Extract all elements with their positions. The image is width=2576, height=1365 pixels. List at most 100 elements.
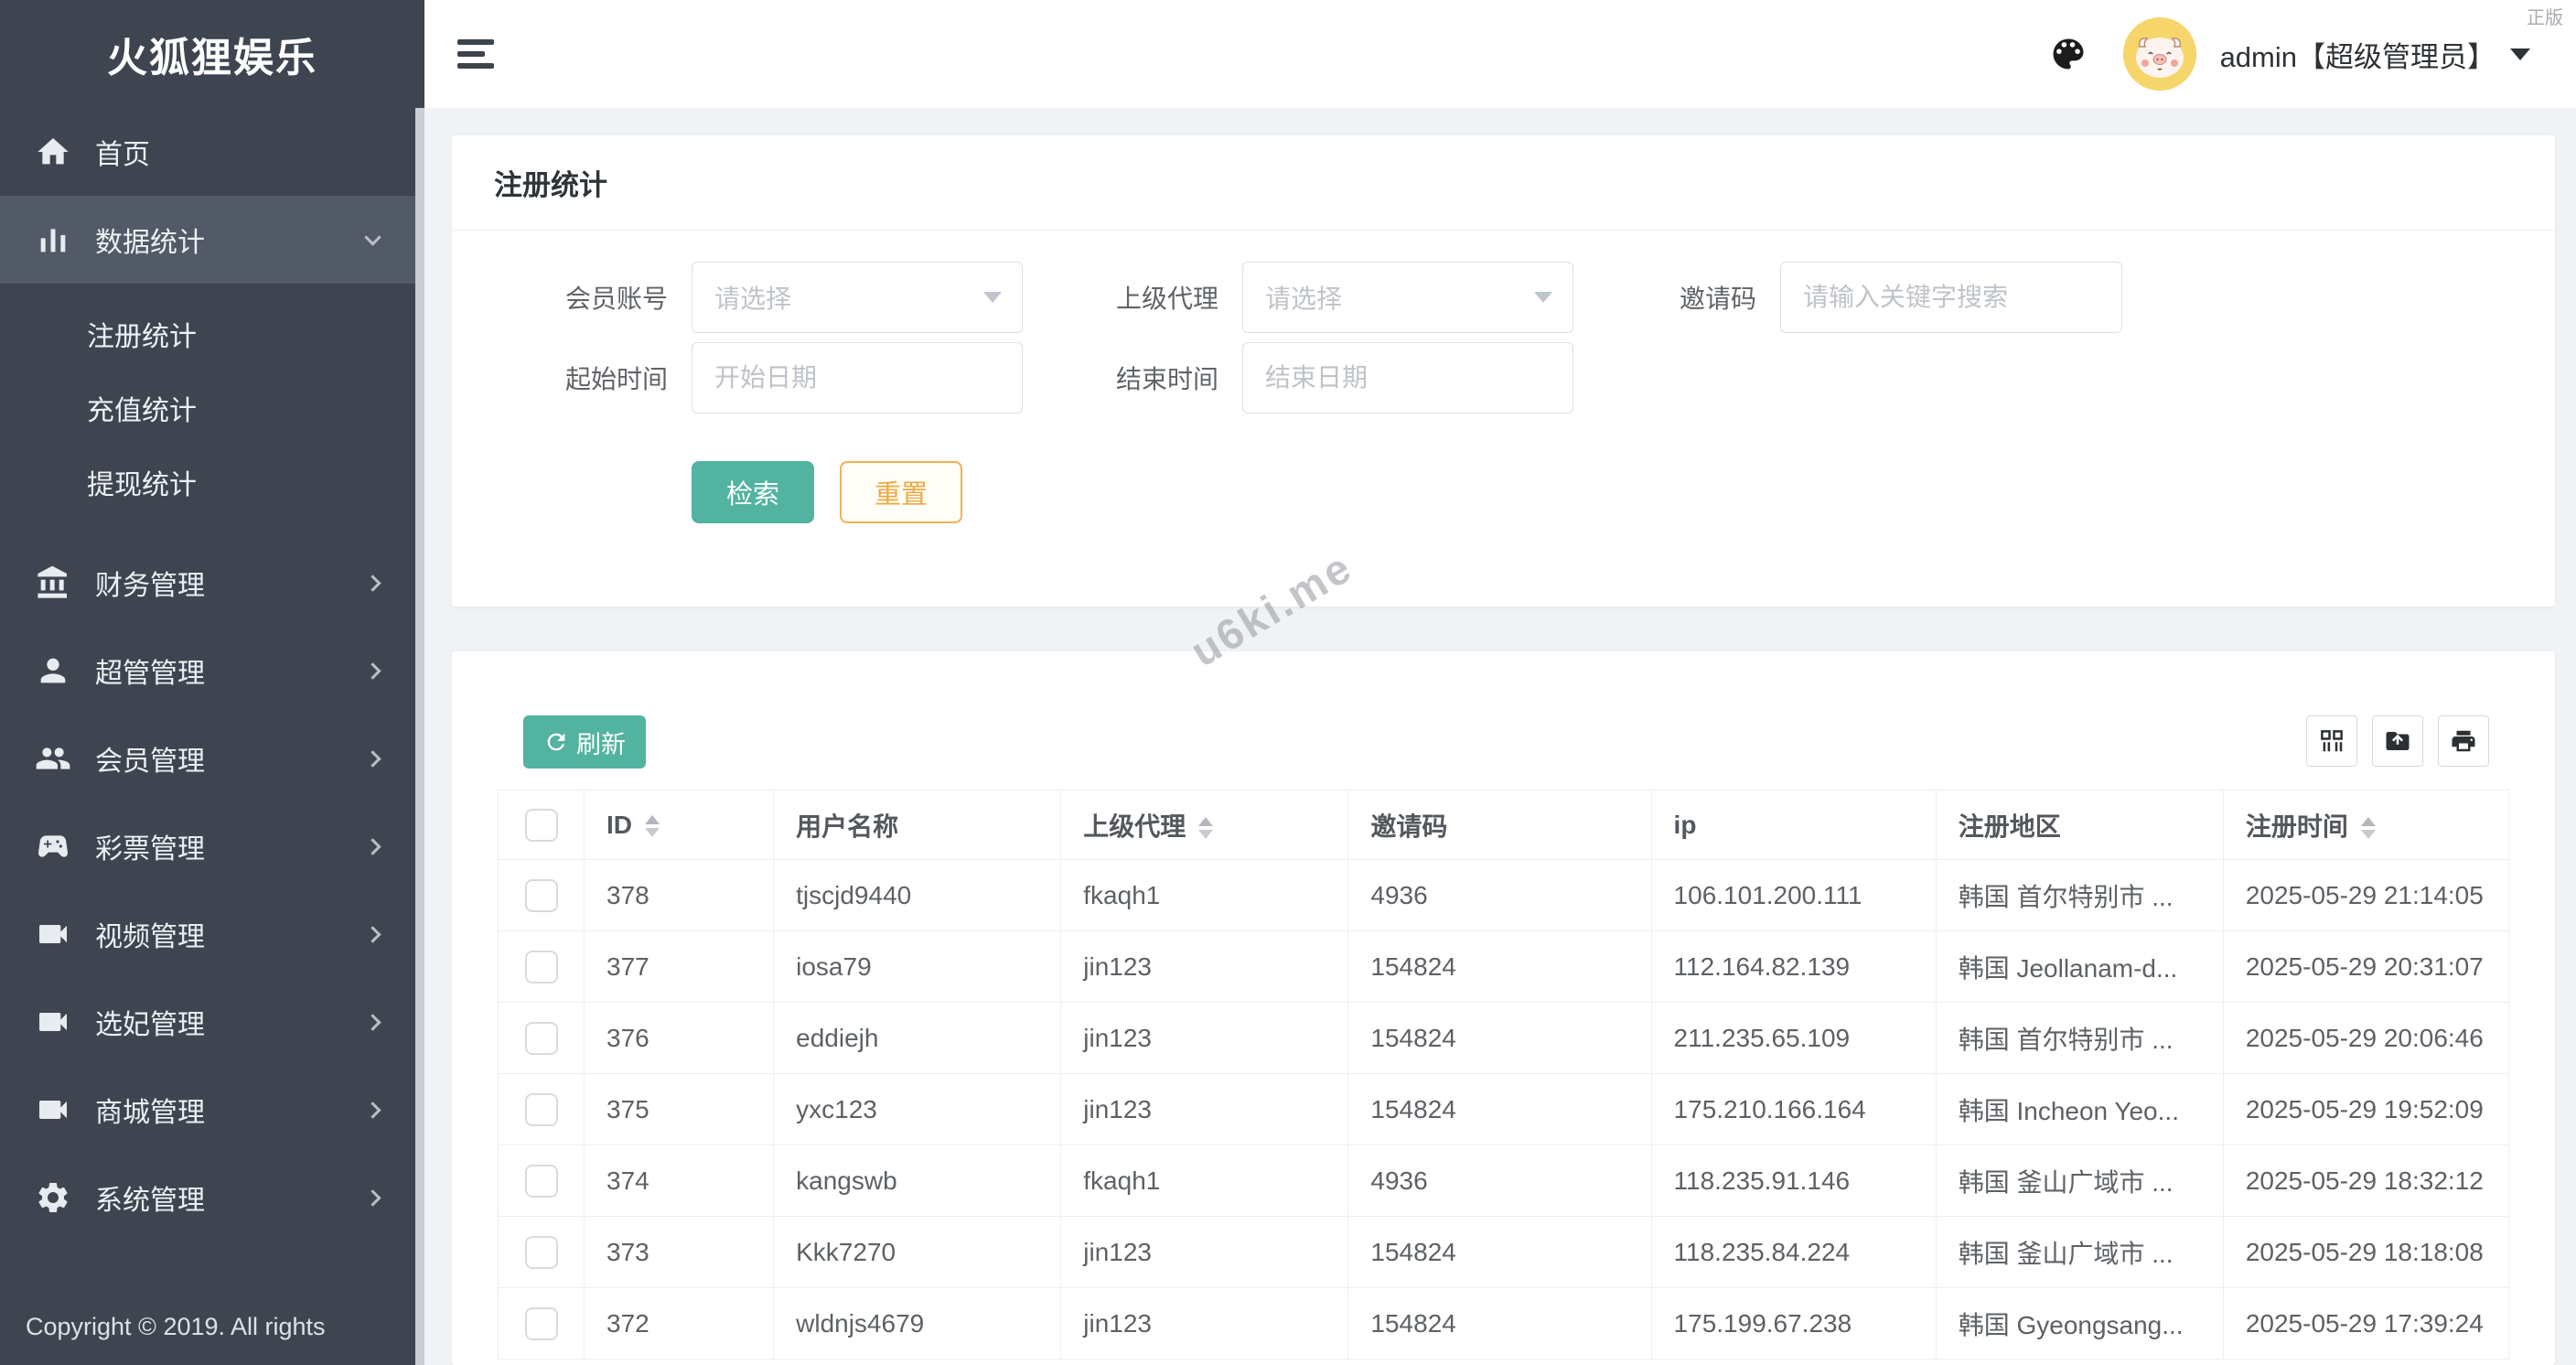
sidebar-item-mall[interactable]: 商城管理 (0, 1066, 415, 1154)
video-camera-icon (35, 1004, 71, 1040)
start-date-input[interactable] (714, 363, 1000, 392)
sidebar-item-xuanfei[interactable]: 选妃管理 (0, 978, 415, 1066)
end-date-field (1242, 342, 1573, 414)
reset-button[interactable]: 重置 (840, 461, 962, 523)
column-header-id[interactable]: ID (585, 790, 774, 860)
sidebar-item-lottery[interactable]: 彩票管理 (0, 802, 415, 890)
row-checkbox[interactable] (525, 1165, 558, 1198)
columns-icon (2318, 727, 2345, 755)
sidebar-item-label: 数据统计 (95, 220, 367, 260)
column-header-user: 用户名称 (774, 790, 1061, 860)
invite-code-field (1780, 262, 2122, 333)
filter-form: 会员账号 请选择 上级代理 请选择 邀请码 (452, 231, 2555, 523)
chevron-right-icon (364, 1102, 381, 1118)
sidebar-item-withdraw-stats[interactable]: 提现统计 (0, 445, 415, 519)
row-checkbox[interactable] (525, 879, 558, 912)
start-date-field (692, 342, 1023, 414)
users-icon (35, 740, 71, 777)
chevron-right-icon (364, 1014, 381, 1030)
sidebar-item-home[interactable]: 首页 (0, 108, 415, 196)
end-time-label: 结束时间 (1023, 360, 1242, 396)
filter-card-header: 注册统计 (452, 135, 2555, 231)
sort-icon[interactable] (645, 815, 660, 837)
row-checkbox[interactable] (525, 1307, 558, 1340)
table-row: 377 iosa79 jin123 154824 112.164.82.139 … (499, 931, 2509, 1003)
gear-icon (35, 1179, 71, 1216)
topbar-right: admin【超级管理员】 (2048, 17, 2530, 91)
main-content: 注册统计 会员账号 请选择 上级代理 请选择 (424, 108, 2576, 1365)
sidebar-item-label: 注册统计 (87, 314, 197, 354)
row-checkbox[interactable] (525, 1093, 558, 1126)
theme-palette-icon[interactable] (2048, 34, 2088, 74)
sidebar-item-label: 财务管理 (95, 563, 367, 603)
sidebar-item-label: 商城管理 (95, 1090, 367, 1130)
select-caret-icon (1534, 292, 1552, 303)
user-menu-label[interactable]: admin【超级管理员】 (2220, 34, 2496, 75)
home-icon (35, 134, 71, 170)
sidebar: 火狐狸娱乐 首页 数据统计 注册统计 充值统计 提现统计 (0, 0, 424, 1365)
data-stats-submenu: 注册统计 充值统计 提现统计 (0, 284, 415, 539)
select-all-checkbox[interactable] (525, 809, 558, 842)
columns-toggle-button[interactable] (2306, 715, 2357, 767)
row-checkbox[interactable] (525, 1236, 558, 1269)
sidebar-item-label: 系统管理 (95, 1177, 367, 1218)
admin-dashboard: 火狐狸娱乐 首页 数据统计 注册统计 充值统计 提现统计 (0, 0, 2576, 1365)
video-camera-icon (35, 916, 71, 952)
start-time-label: 起始时间 (452, 360, 692, 396)
invite-code-input[interactable] (1803, 283, 2099, 312)
sidebar-item-label: 提现统计 (87, 462, 197, 502)
user-icon (35, 652, 71, 689)
sidebar-item-video[interactable]: 视频管理 (0, 890, 415, 978)
member-account-label: 会员账号 (452, 279, 692, 316)
chevron-right-icon (364, 575, 381, 591)
search-button[interactable]: 检索 (692, 461, 814, 523)
sidebar-menu: 首页 数据统计 注册统计 充值统计 提现统计 财务管理 (0, 108, 415, 1241)
table-toolbar: 刷新 (452, 651, 2555, 768)
export-button[interactable] (2372, 715, 2423, 767)
sidebar-item-finance[interactable]: 财务管理 (0, 539, 415, 627)
column-header-ip: ip (1651, 790, 1936, 860)
sidebar-item-superadmin[interactable]: 超管管理 (0, 627, 415, 715)
row-checkbox[interactable] (525, 951, 558, 983)
video-camera-icon (35, 1091, 71, 1128)
print-button[interactable] (2438, 715, 2489, 767)
copyright-text: Copyright © 2019. All rights (26, 1313, 326, 1341)
user-avatar[interactable] (2123, 17, 2196, 91)
chevron-right-icon (364, 838, 381, 854)
column-header-agent[interactable]: 上级代理 (1061, 790, 1348, 860)
sidebar-item-label: 选妃管理 (95, 1002, 367, 1042)
parent-agent-label: 上级代理 (1023, 279, 1242, 316)
table-row: 375 yxc123 jin123 154824 175.210.166.164… (499, 1074, 2509, 1145)
sidebar-item-label: 会员管理 (95, 738, 367, 779)
chevron-right-icon (364, 750, 381, 767)
sidebar-item-members[interactable]: 会员管理 (0, 715, 415, 802)
hamburger-menu-icon[interactable] (457, 39, 496, 69)
end-date-input[interactable] (1265, 363, 1551, 392)
sort-icon[interactable] (2361, 817, 2376, 839)
bar-chart-icon (35, 221, 71, 258)
table-header-row: ID 用户名称 上级代理 邀请码 ip 注册地区 注册时间 (499, 790, 2509, 860)
table-row: 378 tjscjd9440 fkaqh1 4936 106.101.200.1… (499, 860, 2509, 931)
member-account-select[interactable]: 请选择 (692, 262, 1023, 333)
select-caret-icon (983, 292, 1002, 303)
sidebar-item-register-stats[interactable]: 注册统计 (0, 296, 415, 371)
sidebar-item-recharge-stats[interactable]: 充值统计 (0, 371, 415, 445)
column-header-time[interactable]: 注册时间 (2223, 790, 2508, 860)
table-row: 373 Kkk7270 jin123 154824 118.235.84.224… (499, 1217, 2509, 1288)
corner-watermark: 正版 (2527, 3, 2563, 29)
sidebar-item-label: 超管管理 (95, 650, 367, 691)
app-logo: 火狐狸娱乐 (0, 0, 424, 108)
sidebar-item-data-stats[interactable]: 数据统计 (0, 196, 415, 284)
sidebar-scrollbar[interactable] (415, 108, 424, 1365)
refresh-button[interactable]: 刷新 (523, 715, 646, 768)
export-icon (2384, 727, 2411, 755)
table-tools (2292, 715, 2489, 767)
sort-icon[interactable] (1198, 817, 1213, 839)
row-checkbox[interactable] (525, 1022, 558, 1055)
gamepad-icon (35, 828, 71, 865)
user-dropdown-caret-icon[interactable] (2510, 48, 2530, 60)
parent-agent-select[interactable]: 请选择 (1242, 262, 1573, 333)
column-header-invite: 邀请码 (1348, 790, 1651, 860)
printer-icon (2450, 727, 2477, 755)
sidebar-item-system[interactable]: 系统管理 (0, 1154, 415, 1241)
